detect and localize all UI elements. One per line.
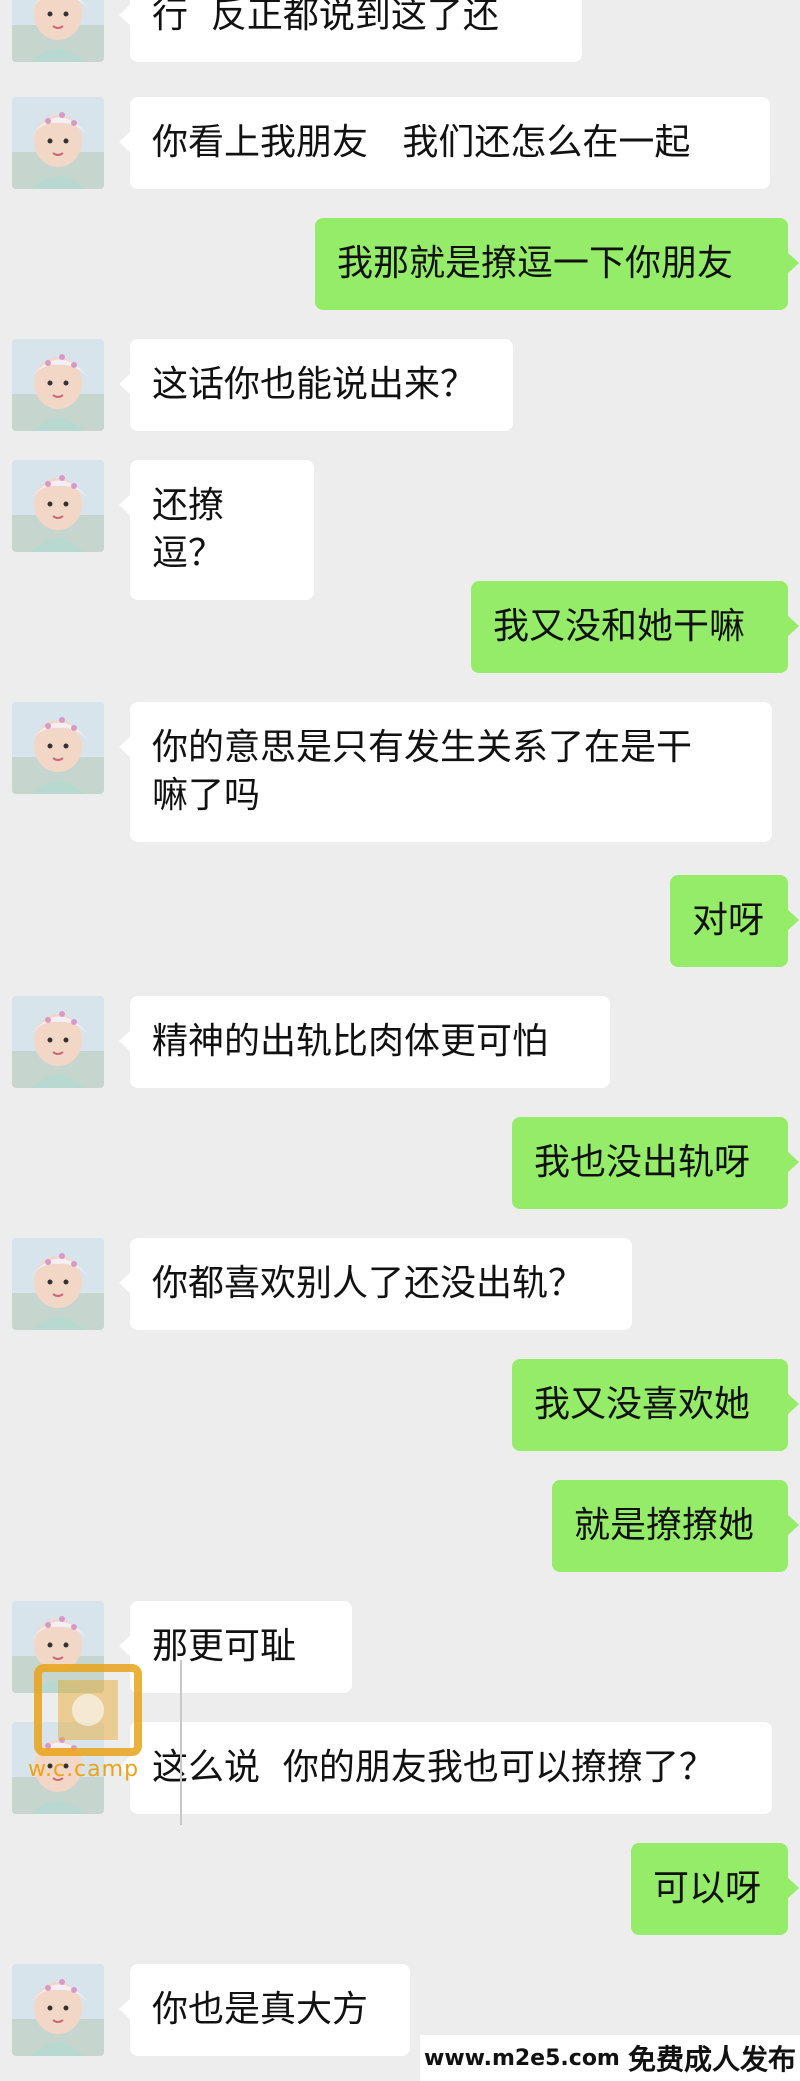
- message-bubble-incoming[interactable]: 行 反正都说到这了还: [119, 0, 582, 62]
- avatar[interactable]: [12, 1238, 104, 1330]
- message-bubble-incoming[interactable]: 你的意思是只有发生关系了在是干 嘛了吗: [119, 702, 772, 842]
- message-bubble-incoming[interactable]: 你也是真大方: [119, 1964, 410, 2056]
- message-bubble-outgoing[interactable]: 对呀: [670, 875, 799, 967]
- message-bubble-incoming[interactable]: 那更可耻: [119, 1601, 352, 1693]
- avatar[interactable]: [12, 460, 104, 552]
- avatar-photo: [12, 1238, 104, 1330]
- avatar-photo: [12, 339, 104, 431]
- watermark-logo-text: w.c.camp: [28, 1757, 140, 1782]
- message-bubble-outgoing[interactable]: 我那就是撩逗一下你朋友: [315, 218, 799, 310]
- watermark-url: www.m2e5.com: [424, 2045, 620, 2071]
- message-bubble-outgoing[interactable]: 我也没出轨呀: [512, 1117, 799, 1209]
- message-bubble-incoming[interactable]: 还撩逗？: [119, 460, 314, 600]
- message-bubble-incoming[interactable]: 你都喜欢别人了还没出轨？: [119, 1238, 632, 1330]
- message-bubble-incoming[interactable]: 这么说 你的朋友我也可以撩撩了？: [119, 1722, 772, 1814]
- avatar-photo: [12, 702, 104, 794]
- avatar[interactable]: [12, 339, 104, 431]
- avatar[interactable]: [12, 996, 104, 1088]
- message-bubble-outgoing[interactable]: 我又没和她干嘛: [471, 581, 799, 673]
- avatar[interactable]: [12, 97, 104, 189]
- avatar-photo: [12, 97, 104, 189]
- message-bubble-outgoing[interactable]: 可以呀: [631, 1843, 799, 1935]
- avatar[interactable]: [12, 702, 104, 794]
- avatar[interactable]: [12, 0, 104, 62]
- message-bubble-incoming[interactable]: 这话你也能说出来？: [119, 339, 513, 431]
- watermark-caption: 免费成人发布: [627, 2043, 796, 2076]
- watermark-logo-icon: [34, 1664, 142, 1756]
- message-bubble-outgoing[interactable]: 我又没喜欢她: [512, 1359, 799, 1451]
- watermark-divider: [180, 1660, 182, 1825]
- avatar[interactable]: [12, 1964, 104, 2056]
- avatar-photo: [12, 0, 104, 62]
- avatar-photo: [12, 1964, 104, 2056]
- footer-watermark: www.m2e5.com 免费成人发布: [420, 2035, 800, 2081]
- message-bubble-incoming[interactable]: 精神的出轨比肉体更可怕: [119, 996, 610, 1088]
- message-bubble-outgoing[interactable]: 就是撩撩她: [552, 1480, 799, 1572]
- avatar-photo: [12, 460, 104, 552]
- avatar-photo: [12, 996, 104, 1088]
- message-bubble-incoming[interactable]: 你看上我朋友 我们还怎么在一起: [119, 97, 770, 189]
